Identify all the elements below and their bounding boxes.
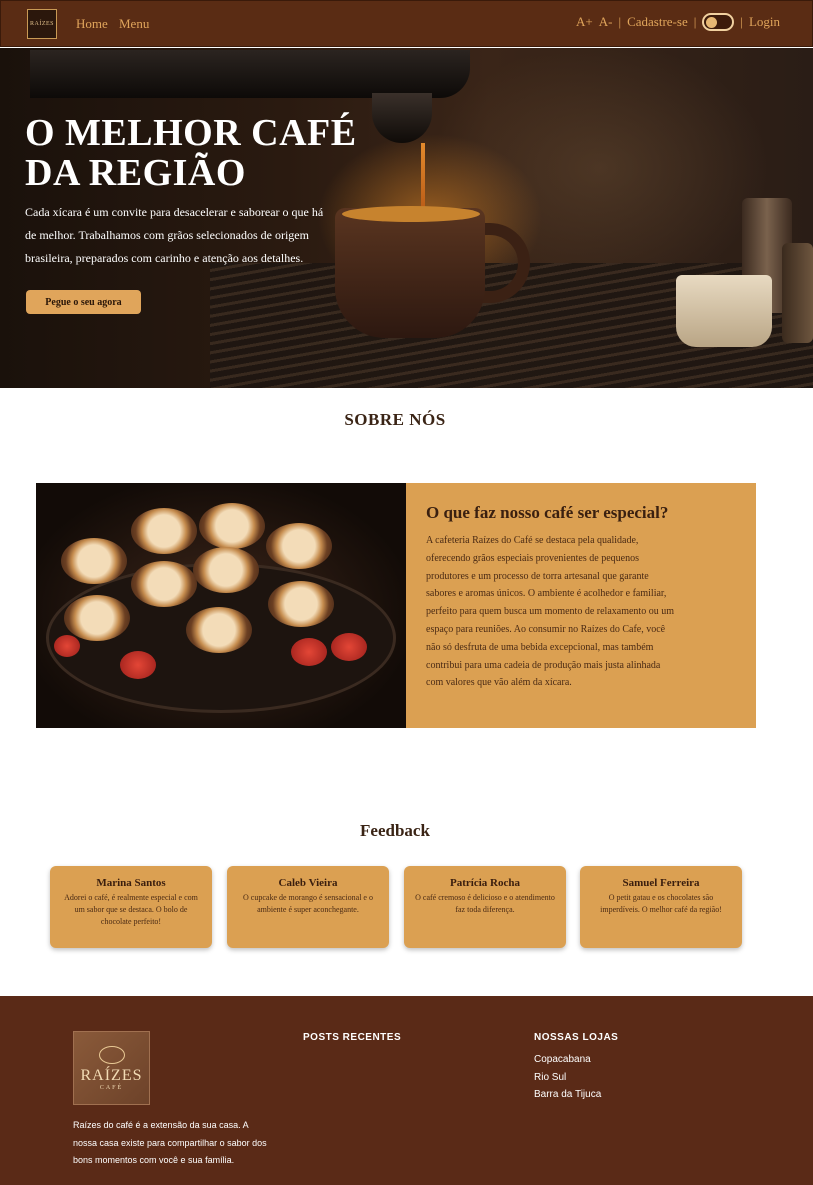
cup-shape [131, 561, 197, 607]
hero-image-portafilter [30, 50, 470, 98]
cup-shape [186, 607, 252, 653]
cup-shape [131, 508, 197, 554]
feedback-title: Feedback [360, 821, 430, 840]
feedback-card: Samuel Ferreira O petit gatau e os choco… [580, 866, 742, 948]
font-decrease-button[interactable]: A- [599, 14, 613, 30]
hero-title-line2: DA REGIÃO [25, 152, 246, 194]
store-link-copacabana[interactable]: Copacabana [534, 1051, 601, 1069]
cup-shape [199, 503, 265, 549]
hero-image-jar [782, 243, 813, 343]
feedback-text: O petit gatau e os chocolates são imperd… [600, 893, 722, 914]
hero-image-cup [335, 208, 485, 338]
order-now-button[interactable]: Pegue o seu agora [26, 290, 141, 314]
feedback-author: Caleb Vieira [278, 877, 338, 889]
cup-shape [64, 595, 130, 641]
flower-shape [291, 638, 327, 666]
recent-posts-heading: POSTS RECENTES [303, 1032, 402, 1043]
login-link[interactable]: Login [749, 14, 780, 30]
cup-shape [193, 547, 259, 593]
stores-heading: NOSSAS LOJAS [534, 1032, 619, 1043]
store-link-rio-sul[interactable]: Rio Sul [534, 1069, 601, 1087]
feedback-card: Caleb Vieira O cupcake de morango é sens… [227, 866, 389, 948]
about-text-box: O que faz nosso café ser especial? A caf… [406, 483, 756, 728]
theme-toggle-icon[interactable] [702, 13, 735, 31]
about-section-title: SOBRE NÓS [344, 410, 446, 429]
about-paragraph: A cafeteria Raízes do Café se destaca pe… [426, 535, 674, 689]
nav-separator: | [618, 14, 622, 29]
nav-separator: | [740, 14, 743, 29]
feedback-author: Samuel Ferreira [622, 877, 700, 889]
flower-shape [331, 633, 367, 661]
logo-emblem [98, 1045, 125, 1064]
cup-shape [268, 581, 334, 627]
hero-title-line1: O MELHOR CAFÉ [25, 112, 357, 154]
feedback-author: Patrícia Rocha [450, 877, 520, 889]
logo-text: RAÍZES [30, 21, 54, 27]
nav-menu-link[interactable]: Menu [119, 16, 149, 32]
footer-logo-subtext: CAFÉ [99, 1084, 124, 1091]
navbar: RAÍZES Home Menu A+ A- | Cadastre-se | |… [0, 0, 813, 47]
feedback-card: Patrícia Rocha O café cremoso é delicios… [404, 866, 566, 948]
raizes-logo-icon[interactable]: RAÍZES CAFÉ [73, 1031, 150, 1105]
cup-shape [61, 538, 127, 584]
feedback-text: O café cremoso é delicioso e o atendimen… [415, 893, 555, 914]
hero-image-crema [342, 206, 480, 222]
feedback-text: O cupcake de morango é sensacional e o a… [243, 893, 373, 914]
nav-separator: | [693, 14, 697, 29]
hero-description: Cada xícara é um convite para desacelera… [25, 205, 324, 265]
feedback-card: Marina Santos Adorei o café, é realmente… [50, 866, 212, 948]
flower-shape [54, 635, 80, 657]
cappuccino-tray-image [36, 483, 406, 728]
hero-image-spout [372, 93, 432, 143]
cup-shape [266, 523, 332, 569]
footer-logo-text: RAÍZES [80, 1066, 143, 1084]
about-heading: O que faz nosso café ser especial? [426, 503, 669, 522]
stores-list: Copacabana Rio Sul Barra da Tijuca [534, 1051, 601, 1104]
hero-title: O MELHOR CAFÉ DA REGIÃO [25, 113, 365, 193]
flower-shape [120, 651, 156, 679]
hero-image-bowl [676, 275, 772, 347]
footer-about-text: Raízes do café é a extensão da sua casa.… [73, 1120, 267, 1165]
font-increase-button[interactable]: A+ [576, 14, 593, 30]
raizes-logo-icon[interactable]: RAÍZES [27, 9, 57, 39]
hero-section: O MELHOR CAFÉ DA REGIÃO Cada xícara é um… [0, 48, 813, 388]
feedback-text: Adorei o café, é realmente especial e co… [64, 893, 198, 926]
store-link-barra[interactable]: Barra da Tijuca [534, 1086, 601, 1104]
nav-right-group: A+ A- | Cadastre-se | | Login [576, 13, 780, 31]
feedback-author: Marina Santos [96, 877, 166, 889]
nav-home-link[interactable]: Home [76, 16, 108, 32]
hero-image-coffee-stream [421, 143, 425, 213]
footer: RAÍZES CAFÉ Raízes do café é a extensão … [0, 996, 813, 1185]
signup-link[interactable]: Cadastre-se [627, 14, 688, 30]
